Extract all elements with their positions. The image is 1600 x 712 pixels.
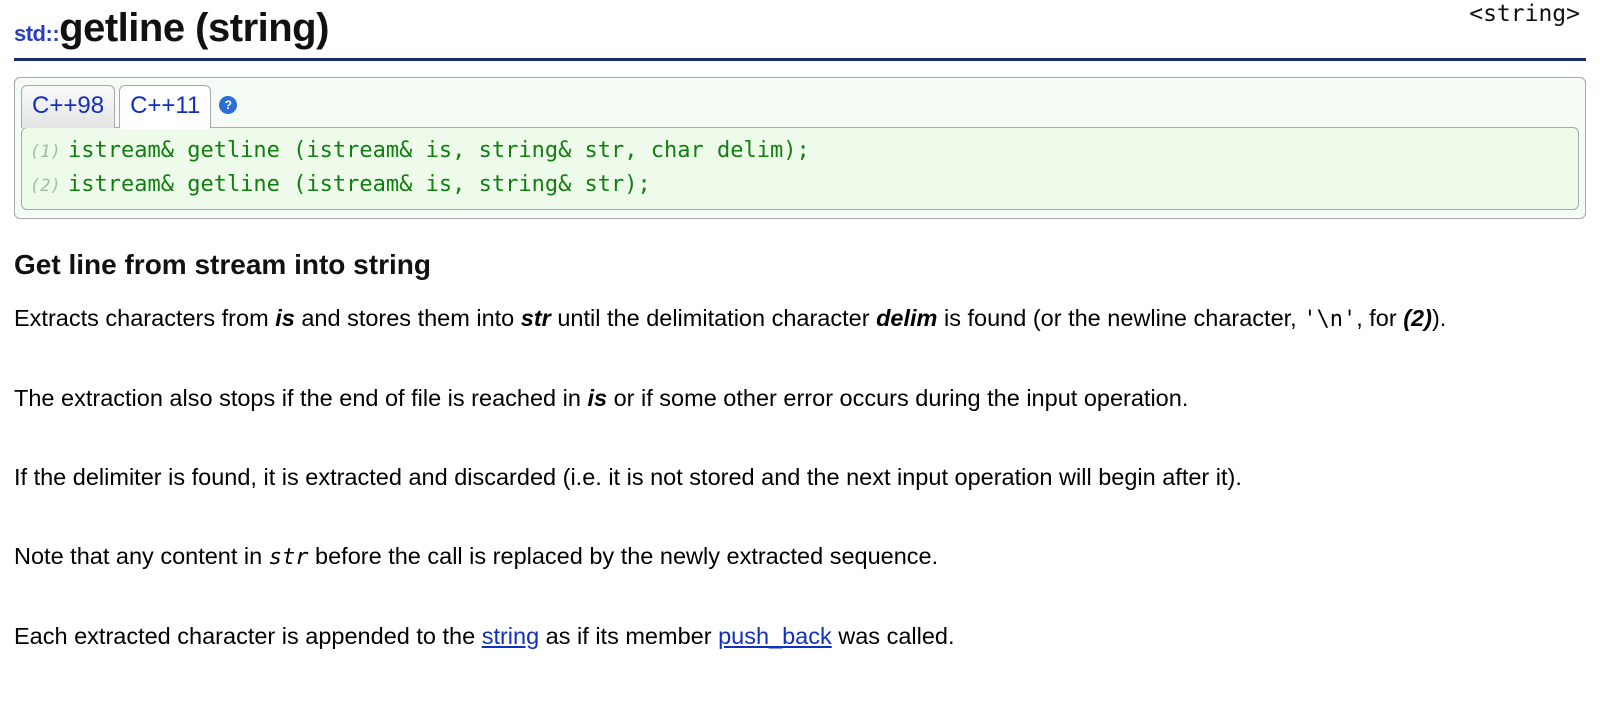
param-str: str <box>269 545 309 570</box>
link-push-back[interactable]: push_back <box>718 623 832 649</box>
page-header: std:: getline (string) <string> <box>14 0 1586 61</box>
signature-code: istream& getline (istream& is, string& s… <box>68 136 810 167</box>
param-delim: delim <box>876 305 937 331</box>
page-title: getline (string) <box>59 0 329 56</box>
param-str: str <box>521 305 551 331</box>
signature-list: (1) istream& getline (istream& is, strin… <box>21 127 1579 211</box>
description-paragraph-3: If the delimiter is found, it is extract… <box>14 461 1586 494</box>
help-icon[interactable]: ? <box>219 96 237 114</box>
signature-code: istream& getline (istream& is, string& s… <box>68 170 651 201</box>
param-is: is <box>275 305 295 331</box>
description-paragraph-1: Extracts characters from is and stores t… <box>14 302 1586 336</box>
overload-ref: (2) <box>1403 305 1432 331</box>
link-string[interactable]: string <box>482 623 539 649</box>
tab-cpp98[interactable]: C++98 <box>21 85 115 128</box>
signature-index: (1) <box>30 141 56 165</box>
param-is: is <box>587 385 607 411</box>
tab-cpp11[interactable]: C++11 <box>119 85 211 128</box>
signature-block: C++98 C++11 ? (1) istream& getline (istr… <box>14 77 1586 219</box>
signature-row: (2) istream& getline (istream& is, strin… <box>30 168 1570 203</box>
standard-tabs: C++98 C++11 ? <box>15 78 1585 127</box>
newline-literal: '\n' <box>1303 307 1356 332</box>
description-paragraph-4: Note that any content in str before the … <box>14 540 1586 574</box>
signature-row: (1) istream& getline (istream& is, strin… <box>30 134 1570 169</box>
title-block: std:: getline (string) <box>14 0 1586 56</box>
section-title: Get line from stream into string <box>14 245 1586 284</box>
description-paragraph-5: Each extracted character is appended to … <box>14 620 1586 653</box>
description-paragraph-2: The extraction also stops if the end of … <box>14 382 1586 415</box>
namespace-label: std:: <box>14 19 59 50</box>
signature-index: (2) <box>30 175 56 199</box>
header-include-tag: <string> <box>1469 0 1580 30</box>
